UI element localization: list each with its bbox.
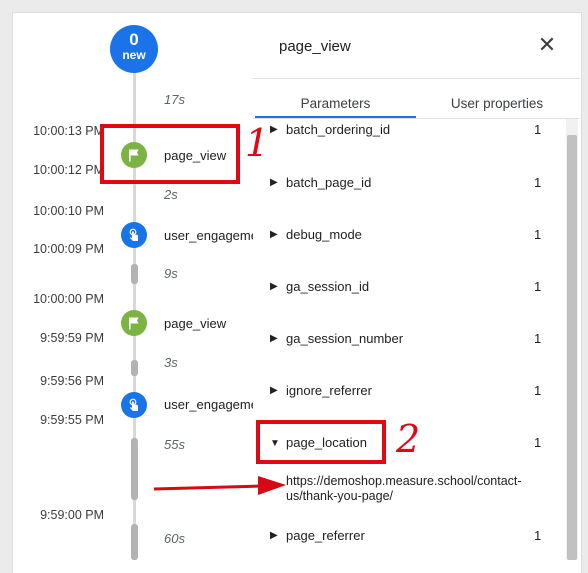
event-label[interactable]: user_engagement	[164, 397, 256, 412]
active-tab-indicator	[255, 116, 416, 118]
param-row[interactable]: ▶ ga_session_id 1	[262, 279, 562, 299]
expand-arrow-icon[interactable]: ▶	[270, 385, 278, 396]
duration-label: 60s	[164, 531, 185, 546]
timestamp: 9:59:00 PM	[40, 508, 104, 522]
expand-arrow-icon[interactable]: ▶	[270, 124, 278, 135]
timeline-gap	[131, 524, 138, 560]
tab-divider	[253, 118, 580, 119]
flag-icon[interactable]	[121, 310, 147, 336]
timestamp: 10:00:12 PM	[33, 163, 104, 177]
duration-label: 2s	[164, 187, 178, 202]
param-name: batch_page_id	[286, 175, 372, 190]
expand-arrow-icon[interactable]: ▶	[270, 281, 278, 292]
expand-arrow-icon[interactable]: ▶	[270, 530, 278, 541]
timestamp: 10:00:00 PM	[33, 292, 104, 306]
param-count: 1	[534, 435, 542, 450]
duration-label: 9s	[164, 266, 178, 281]
expand-arrow-icon[interactable]: ▶	[270, 177, 278, 188]
param-count: 1	[534, 279, 542, 294]
param-row[interactable]: ▶ ga_session_number 1	[262, 331, 562, 351]
param-name: page_referrer	[286, 528, 365, 543]
timestamp: 10:00:13 PM	[33, 124, 104, 138]
close-icon[interactable]: ✕	[536, 34, 558, 56]
param-row[interactable]: ▶ debug_mode 1	[262, 227, 562, 247]
event-label[interactable]: page_view	[164, 316, 256, 331]
timeline-gap	[131, 264, 138, 284]
new-events-label: new	[122, 48, 146, 62]
param-row[interactable]: ▶ ignore_referrer 1	[262, 383, 562, 403]
param-name: debug_mode	[286, 227, 362, 242]
annotation-arrow-icon	[153, 476, 286, 495]
scrollbar-thumb[interactable]	[567, 135, 577, 560]
event-label[interactable]: user_engagement	[164, 228, 256, 243]
param-row[interactable]: ▶ batch_ordering_id 1	[262, 122, 562, 142]
param-count: 1	[534, 528, 542, 543]
timestamp: 9:59:56 PM	[40, 374, 104, 388]
highlight-box-event	[100, 124, 240, 184]
param-count: 1	[534, 331, 542, 346]
expand-arrow-icon[interactable]: ▶	[270, 333, 278, 344]
param-count: 1	[534, 383, 542, 398]
duration-label: 17s	[164, 92, 185, 107]
timestamp: 9:59:55 PM	[40, 413, 104, 427]
callout-number: 1	[245, 121, 270, 165]
param-count: 1	[534, 175, 542, 190]
detail-title: page_view	[279, 38, 351, 55]
expand-arrow-icon[interactable]: ▶	[270, 229, 278, 240]
param-count: 1	[534, 227, 542, 242]
highlight-box-param	[256, 420, 386, 464]
timeline-gap	[131, 438, 138, 500]
timestamp: 9:59:59 PM	[40, 331, 104, 345]
new-events-count: 0	[129, 30, 139, 49]
param-name: batch_ordering_id	[286, 122, 391, 137]
touch-icon[interactable]	[121, 222, 147, 248]
param-name: ga_session_id	[286, 279, 370, 294]
tab-parameters[interactable]: Parameters	[255, 96, 416, 111]
param-value: https://demoshop.measure.school/contact-…	[286, 474, 522, 503]
timestamp: 10:00:10 PM	[33, 204, 104, 218]
param-count: 1	[534, 122, 542, 137]
param-row[interactable]: ▶ page_referrer 1	[262, 528, 562, 548]
callout-number: 2	[396, 417, 421, 461]
new-events-badge: 0 new	[110, 25, 158, 73]
param-name: ga_session_number	[286, 331, 404, 346]
duration-label: 3s	[164, 355, 178, 370]
param-name: ignore_referrer	[286, 383, 372, 398]
tab-user-properties[interactable]: User properties	[416, 96, 578, 111]
timeline-gap	[131, 360, 138, 376]
touch-icon[interactable]	[121, 392, 147, 418]
timestamp: 10:00:09 PM	[33, 242, 104, 256]
duration-label: 55s	[164, 437, 185, 452]
param-row[interactable]: ▶ batch_page_id 1	[262, 175, 562, 195]
